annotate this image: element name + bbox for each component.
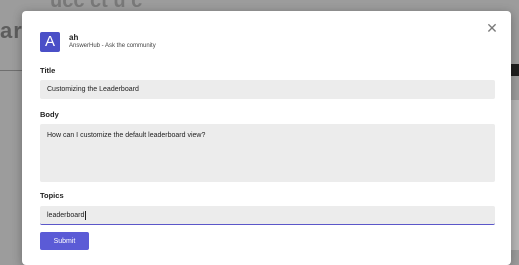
text-cursor bbox=[85, 210, 87, 220]
submit-button[interactable]: Submit bbox=[40, 232, 89, 250]
app-subtitle: AnswerHub - Ask the community bbox=[69, 43, 156, 49]
title-label: Title bbox=[40, 66, 56, 75]
ask-question-dialog: ✕ A ah AnswerHub - Ask the community Tit… bbox=[22, 11, 511, 265]
title-input[interactable]: Customizing the Leaderboard bbox=[40, 80, 495, 99]
topics-input[interactable]: leaderboard bbox=[40, 206, 495, 225]
body-label: Body bbox=[40, 110, 59, 119]
close-icon[interactable]: ✕ bbox=[485, 21, 499, 35]
background-divider bbox=[0, 70, 22, 71]
topics-input-value: leaderboard bbox=[47, 212, 85, 219]
topics-label: Topics bbox=[40, 191, 64, 200]
app-name: ah bbox=[69, 33, 79, 42]
body-textarea[interactable]: How can I customize the default leaderbo… bbox=[40, 124, 495, 182]
app-logo: A bbox=[40, 32, 60, 52]
app-header: A ah AnswerHub - Ask the community bbox=[40, 32, 156, 52]
